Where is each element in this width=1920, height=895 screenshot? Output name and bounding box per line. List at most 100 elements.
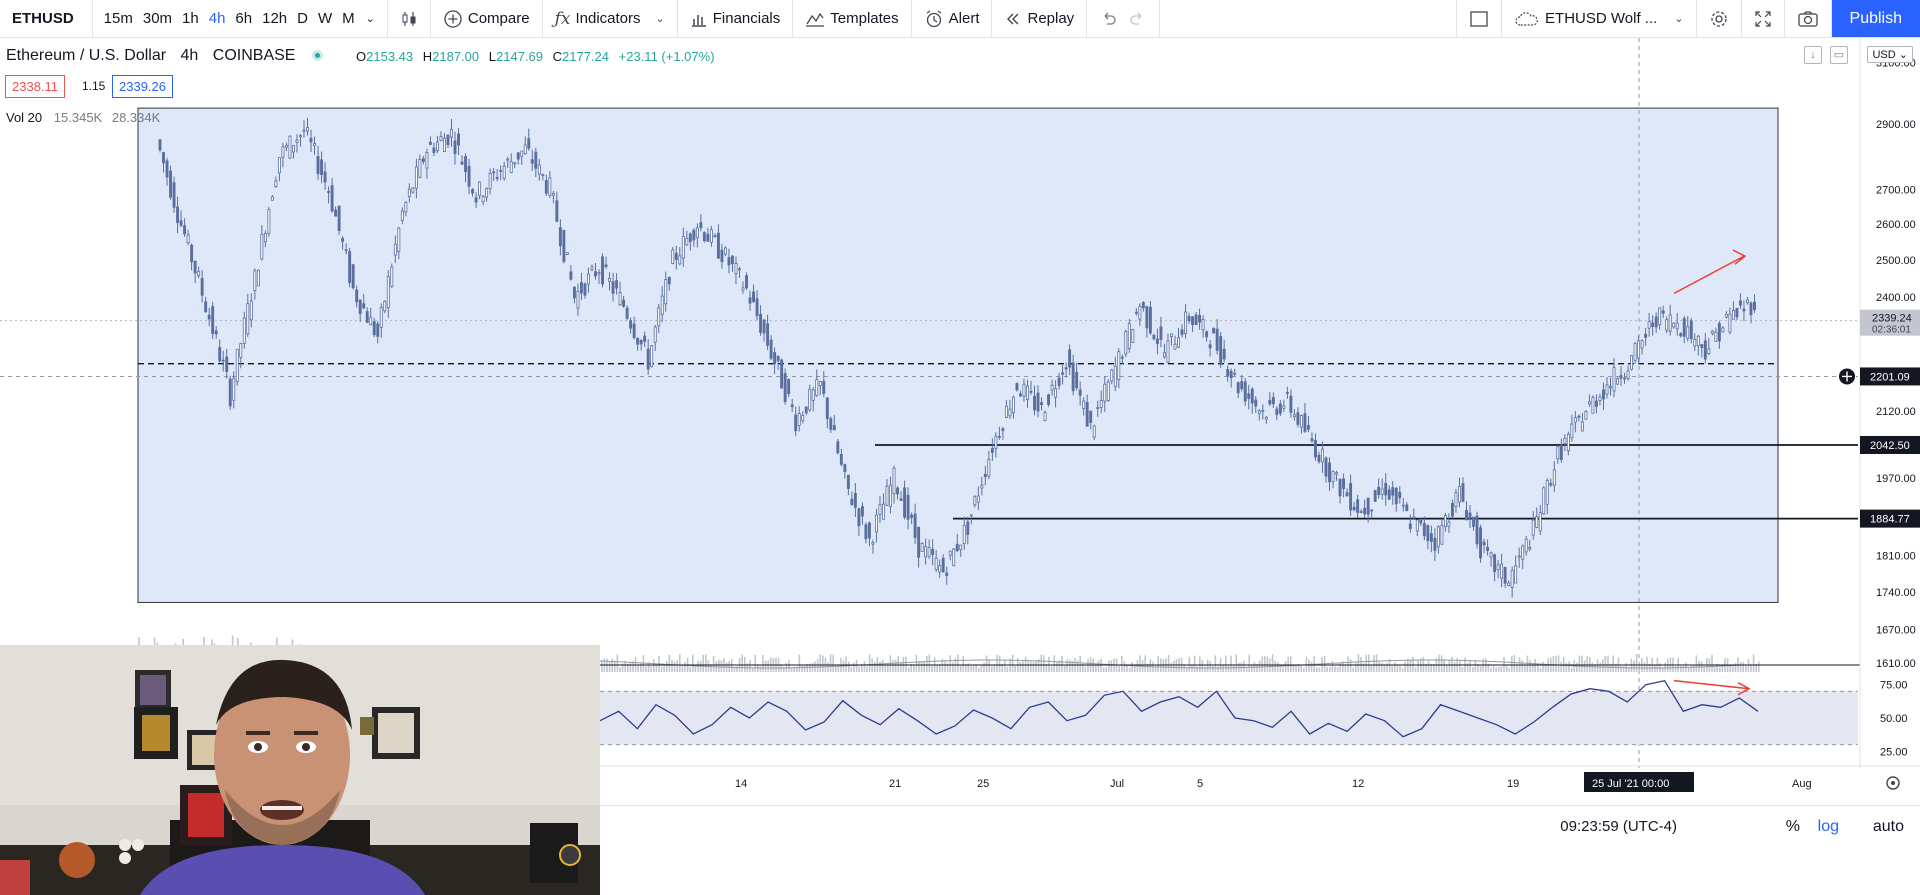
layout-toggle-button[interactable] [1463,0,1495,37]
timezone-clock[interactable]: 09:23:59 (UTC-4) [1560,818,1677,835]
rectangle-icon [1470,10,1488,27]
alert-button[interactable]: Alert [918,0,986,37]
interval-4h-button[interactable]: 4h [204,0,231,37]
change-value: +23.11 (+1.07%) [618,49,715,64]
price-tick-label: 1970.00 [1876,473,1916,485]
compare-button[interactable]: Compare [437,0,536,37]
chart-type-button[interactable] [394,0,424,37]
interval-6h-button[interactable]: 6h [230,0,257,37]
level-label-2042: 2042.50 [1870,440,1910,452]
interval-15m-button[interactable]: 15m [99,0,138,37]
volume-bar [689,667,691,672]
maximize-pane-button[interactable]: ▭ [1830,46,1848,64]
interval-w-button[interactable]: W [313,0,337,37]
interval-1h-button[interactable]: 1h [177,0,204,37]
publish-button[interactable]: Publish [1831,0,1920,37]
fullscreen-section [1742,0,1785,37]
indicators-button[interactable]: ƒx Indicators ⌄ [549,0,671,37]
price-candle [351,263,355,290]
interval-12h-button[interactable]: 12h [257,0,292,37]
volume-bar [798,654,801,672]
buy-price-button[interactable]: 2339.26 [112,75,173,98]
price-tick-label: 1810.00 [1876,551,1916,563]
volume-bar [1032,662,1035,672]
price-candle [952,548,956,567]
volume-bar [741,654,743,672]
price-candle [1043,410,1047,422]
volume-bar [1438,654,1440,672]
current-price-label: 2339.24 [1872,313,1912,325]
volume-bar [1040,654,1042,672]
price-candle [169,165,172,200]
volume-bar [1069,659,1071,672]
price-candle [780,358,784,389]
volume-bar [1513,654,1516,672]
volume-bar [1472,666,1474,672]
interval-d-button[interactable]: D [292,0,313,37]
templates-button[interactable]: Templates [799,0,904,37]
volume-bar [1381,663,1383,672]
settings-button[interactable] [1703,0,1735,37]
volume-bar [1004,659,1006,672]
volume-bar [853,662,855,672]
volume-bar [931,665,933,672]
volume-bar [845,656,847,672]
volume-bar [1014,665,1016,672]
snapshot-button[interactable] [1791,0,1825,37]
price-candle [211,301,215,339]
replay-button[interactable]: Replay [998,0,1080,37]
volume-bar [1500,666,1503,672]
symbol-description: Ethereum / U.S. Dollar [6,47,167,64]
price-candle [1475,511,1479,549]
undo-button[interactable] [1093,0,1123,37]
open-label: O [356,49,367,64]
redo-button[interactable] [1123,0,1153,37]
volume-bar [754,654,756,672]
volume-bar [1440,655,1443,672]
volume-bar [1097,660,1100,672]
log-scale-toggle[interactable]: log [1818,818,1839,836]
volume-bar [705,654,707,672]
volume-bar [996,654,998,672]
volume-bar [972,665,975,672]
symbol-search-button[interactable]: ETHUSD [6,0,86,37]
financials-button[interactable]: Financials [684,0,787,37]
price-candle [1124,329,1128,358]
layout-name-button[interactable]: ETHUSD Wolf ... ⌄ [1508,0,1689,37]
volume-bar [803,664,806,672]
interval-dropdown-icon[interactable]: ⌄ [360,0,381,37]
volume-bar [1498,666,1500,672]
volume-bar [671,659,673,672]
sell-price-button[interactable]: 2338.11 [5,75,66,98]
volume-bar [1206,659,1209,672]
price-candle [267,206,271,237]
volume-bar [1581,655,1583,672]
scroll-to-latest-button[interactable]: ↓ [1804,46,1822,64]
candles-icon [402,11,416,26]
volume-bar [1664,662,1666,672]
interval-30m-button[interactable]: 30m [138,0,177,37]
volume-bar [1469,660,1471,672]
volume-bar [1357,654,1360,672]
volume-bar [1277,662,1279,672]
volume-bar [1451,656,1453,672]
volume-bar [1412,656,1414,672]
volume-bar [1334,666,1336,672]
volume-bar [980,665,983,672]
market-status-dot[interactable] [311,50,323,61]
volume-bar [762,655,764,672]
volume-bar [1264,656,1266,672]
volume-bar [998,655,1001,672]
fullscreen-button[interactable] [1748,0,1778,37]
time-tick-label: Aug [1792,778,1812,790]
percent-scale-toggle[interactable]: % [1786,818,1800,836]
currency-selector[interactable]: USD ⌄ [1867,46,1913,63]
volume-bar [902,656,905,672]
volume-bar [1214,655,1217,672]
symbol-section: ETHUSD [0,0,93,37]
volume-bar [1568,661,1570,672]
interval-m-button[interactable]: M [337,0,360,37]
volume-bar [850,667,853,672]
volume-bar [1331,660,1334,672]
auto-scale-toggle[interactable]: auto [1873,818,1904,836]
